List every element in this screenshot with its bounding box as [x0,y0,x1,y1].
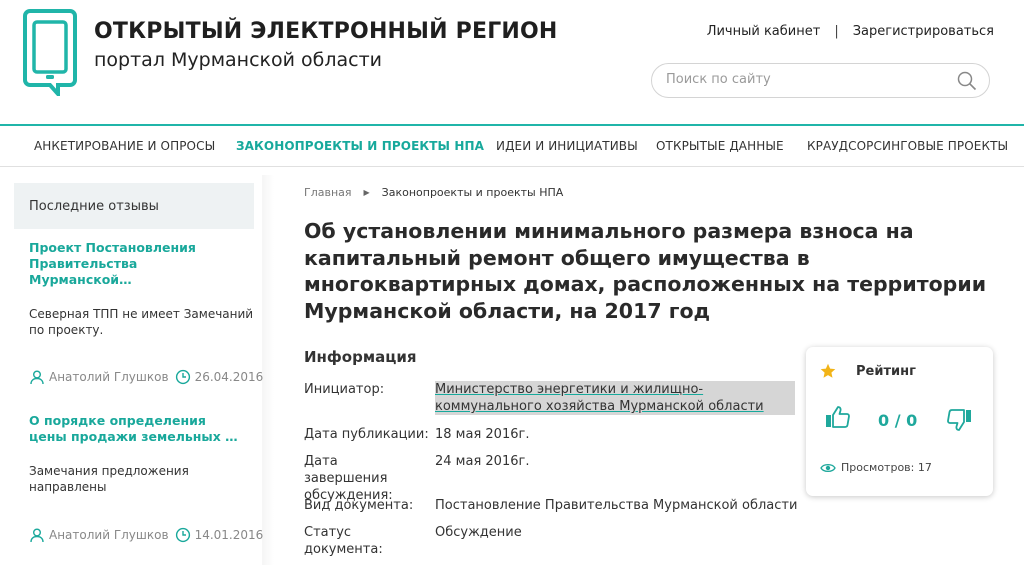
sidebar-heading: Последние отзывы [14,183,254,229]
review-meta: Анатолий Глушков 26.04.2016 [29,369,263,385]
info-row-initiator: Инициатор: Министерство энергетики и жил… [304,381,804,417]
info-row-published: Дата публикации: 18 мая 2016г. [304,426,804,444]
register-link[interactable]: Зарегистрироваться [853,24,994,39]
review-date: 14.01.2016 [194,528,264,542]
sidebar: Последние отзывы Проект Постановления Пр… [14,183,263,565]
page-title: Об установлении минимального размера взн… [304,219,987,323]
eye-icon [820,463,836,472]
star-icon [820,363,836,378]
nav-item-crowdsourcing[interactable]: КРАУДСОРСИНГОВЫЕ ПРОЕКТЫ [807,139,1008,153]
review-meta: Анатолий Глушков 14.01.2016 [29,527,263,543]
nav-item-surveys[interactable]: АНКЕТИРОВАНИЕ И ОПРОСЫ [34,139,215,153]
nav-item-open-data[interactable]: ОТКРЫТЫЕ ДАННЫЕ [656,139,784,153]
review-text: Замечания предложения направлены [29,464,189,494]
sidebar-shadow [262,175,274,565]
review-text: Северная ТПП не имеет Замечаний по проек… [29,307,254,337]
info-row-discussion-end: Дата завершения обсуждения: 24 мая 2016г… [304,453,804,503]
review-date: 26.04.2016 [194,370,264,384]
info-row-doc-type: Вид документа: Постановление Правительст… [304,497,804,515]
header: ОТКРЫТЫЙ ЭЛЕКТРОННЫЙ РЕГИОН портал Мурма… [0,0,1024,124]
chevron-right-icon: ▶ [363,188,370,197]
views-text: Просмотров: 17 [841,461,932,474]
user-icon [30,528,44,543]
site-title[interactable]: ОТКРЫТЫЙ ЭЛЕКТРОННЫЙ РЕГИОН [94,19,558,44]
info-heading: Информация [304,348,417,366]
info-value: Постановление Правительства Мурманской о… [435,498,798,513]
nav-item-bills[interactable]: ЗАКОНОПРОЕКТЫ И ПРОЕКТЫ НПА [236,139,484,153]
logo-icon[interactable] [22,8,78,96]
info-label: Вид документа: [304,498,414,513]
top-links: Личный кабинет | Зарегистрироваться [707,24,994,39]
nav-item-ideas[interactable]: ИДЕИ И ИНИЦИАТИВЫ [496,139,638,153]
search-icon[interactable] [957,71,977,91]
breadcrumb-home[interactable]: Главная [304,186,352,199]
main-nav: АНКЕТИРОВАНИЕ И ОПРОСЫ ЗАКОНОПРОЕКТЫ И П… [0,124,1024,167]
site-subtitle: портал Мурманской области [94,49,383,71]
thumbs-up-icon[interactable] [825,405,851,429]
info-value: 18 мая 2016г. [435,427,530,442]
info-label: Дата публикации: [304,427,429,442]
login-link[interactable]: Личный кабинет [707,24,821,39]
rating-card: Рейтинг 0 / 0 Просмотров: 17 [806,347,993,496]
views-counter: Просмотров: 17 [820,461,932,474]
clock-icon [175,527,190,543]
info-value: Обсуждение [435,525,522,540]
breadcrumb: Главная ▶ Законопроекты и проекты НПА [304,186,563,199]
thumbs-down-icon[interactable] [946,408,972,432]
info-label: Статус документа: [304,525,383,557]
rating-score: 0 / 0 [878,411,918,430]
divider: | [834,24,839,39]
info-value: 24 мая 2016г. [435,454,530,469]
clock-icon [175,369,190,385]
user-icon [30,370,44,385]
info-row-status: Статус документа: Обсуждение [304,524,804,557]
review-title-link[interactable]: О порядке определения цены продажи земел… [29,413,244,445]
review-item: Проект Постановления Правительства Мурма… [14,240,263,385]
review-title-link[interactable]: Проект Постановления Правительства Мурма… [29,240,244,288]
search-input[interactable] [666,72,946,87]
search-box [651,63,990,98]
initiator-link[interactable]: Министерство энергетики и жилищно-коммун… [435,381,795,415]
review-author[interactable]: Анатолий Глушков [49,370,169,384]
breadcrumb-current[interactable]: Законопроекты и проекты НПА [382,186,564,199]
rating-title: Рейтинг [856,364,916,379]
info-label: Инициатор: [304,382,385,397]
review-author[interactable]: Анатолий Глушков [49,528,169,542]
review-item: О порядке определения цены продажи земел… [14,413,263,543]
